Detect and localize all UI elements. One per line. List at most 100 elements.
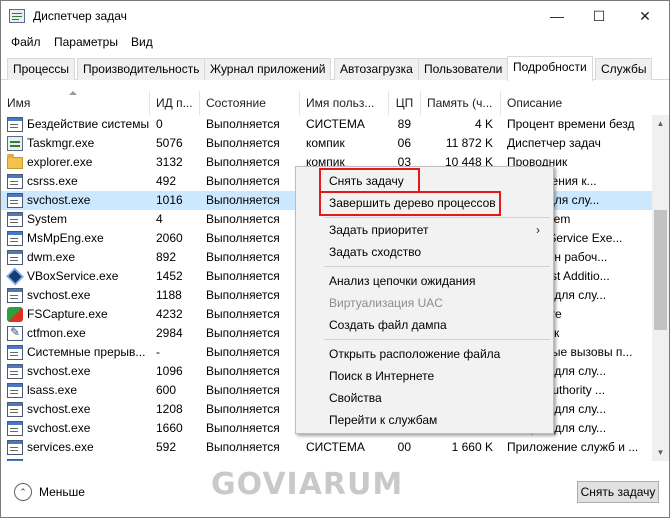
cell-pid: 1096 xyxy=(156,364,183,378)
cell-status: Выполняется xyxy=(206,457,298,461)
submenu-arrow-icon: › xyxy=(536,223,540,237)
menu-uac-virtualization: Виртуализация UAC xyxy=(329,296,443,310)
cell-status: Выполняется xyxy=(206,307,280,321)
annotation-highlight-end-task xyxy=(319,168,420,193)
menu-view[interactable]: Вид xyxy=(131,35,153,49)
menu-separator xyxy=(324,266,550,267)
end-task-button[interactable]: Снять задачу xyxy=(577,481,659,503)
scroll-up-icon[interactable]: ▲ xyxy=(652,115,669,132)
cell-memory: 3 432 K xyxy=(421,457,493,461)
title-bar: Диспетчер задач — ☐ ✕ xyxy=(1,1,669,31)
cell-status: Выполняется xyxy=(206,193,280,207)
menu-separator xyxy=(324,217,550,218)
menu-open-file-location[interactable]: Открыть расположение файла xyxy=(329,347,500,361)
collapse-chevron-icon[interactable]: ⌃ xyxy=(14,483,32,501)
cell-pid: 0 xyxy=(156,117,163,131)
tab-app-history[interactable]: Журнал приложений xyxy=(204,58,332,80)
menu-go-to-services[interactable]: Перейти к службам xyxy=(329,413,437,427)
task-manager-icon xyxy=(7,136,23,151)
tab-startup[interactable]: Автозагрузка xyxy=(334,58,419,80)
fewer-details-link[interactable]: Меньше xyxy=(39,485,85,499)
cell-name: lsass.exe xyxy=(27,383,78,397)
tab-strip: Процессы Производительность Журнал прило… xyxy=(1,56,669,81)
cell-name: svchost.exe xyxy=(27,457,149,461)
menu-set-affinity[interactable]: Задать сходство xyxy=(329,245,421,259)
scroll-down-icon[interactable]: ▼ xyxy=(652,444,669,461)
table-row[interactable]: svchost.exe 606 Выполняется СИСТЕМА00 3 432 … xyxy=(1,457,653,461)
cell-pid: 3132 xyxy=(156,155,183,169)
generic-app-icon xyxy=(7,459,23,461)
folder-icon xyxy=(7,154,23,169)
cell-status: Выполняется xyxy=(206,288,280,302)
cell-status: Выполняется xyxy=(206,155,280,169)
cell-name: ctfmon.exe xyxy=(27,326,86,340)
generic-app-icon xyxy=(7,288,23,303)
column-header-cpu[interactable]: ЦП xyxy=(389,91,421,115)
cell-status: Выполняется xyxy=(206,269,280,283)
cell-status: Выполняется xyxy=(206,174,280,188)
generic-app-icon xyxy=(7,440,23,455)
minimize-button[interactable]: — xyxy=(537,1,577,31)
column-header-memory[interactable]: Память (ч... xyxy=(421,91,501,115)
vertical-scrollbar[interactable]: ▲ ▼ xyxy=(652,115,669,461)
menu-set-priority[interactable]: Задать приоритет xyxy=(329,223,428,237)
cell-name: MsMpEng.exe xyxy=(27,231,104,245)
menu-create-dump-file[interactable]: Создать файл дампа xyxy=(329,318,447,332)
column-header-status[interactable]: Состояние xyxy=(200,91,300,115)
column-header-name[interactable]: Имя xyxy=(1,91,150,115)
generic-app-icon xyxy=(7,231,23,246)
cell-user: СИСТЕМА xyxy=(306,117,365,131)
menu-analyze-wait-chain[interactable]: Анализ цепочки ожидания xyxy=(329,274,475,288)
cell-pid: - xyxy=(156,345,160,359)
tab-users[interactable]: Пользователи xyxy=(418,58,509,80)
table-row[interactable]: Бездействие системы 0 Выполняется СИСТЕМА 89… xyxy=(1,115,653,134)
generic-app-icon xyxy=(7,117,23,132)
cell-pid: 1188 xyxy=(156,288,182,302)
cell-name: System xyxy=(27,212,68,226)
tab-details[interactable]: Подробности xyxy=(507,56,593,81)
cell-status: Выполняется xyxy=(206,440,280,454)
tab-performance[interactable]: Производительность xyxy=(77,58,206,80)
cell-name: Системные прерыв... xyxy=(27,345,146,359)
close-button[interactable]: ✕ xyxy=(625,1,665,31)
cell-description: Диспетчер задач xyxy=(507,136,601,150)
cell-description: Приложение служб и ... xyxy=(507,440,639,454)
cell-status: Выполняется xyxy=(206,421,280,435)
column-header-description[interactable]: Описание xyxy=(501,91,652,115)
tab-processes[interactable]: Процессы xyxy=(7,58,76,80)
maximize-button[interactable]: ☐ xyxy=(579,1,619,31)
cell-status: Выполняется xyxy=(206,402,280,416)
cell-status: Выполняется xyxy=(206,212,280,226)
cell-description: Процент времени безд xyxy=(507,117,635,131)
cell-name: svchost.exe xyxy=(27,288,91,302)
task-manager-app-icon xyxy=(9,9,25,23)
menu-bar: Файл Параметры Вид xyxy=(1,33,669,53)
column-header-pid[interactable]: ИД п... xyxy=(150,91,200,115)
cell-user: СИСТЕМА xyxy=(306,457,388,461)
cell-status: Выполняется xyxy=(206,250,280,264)
table-row[interactable]: services.exe 592 Выполняется СИСТЕМА 00 1 660… xyxy=(1,438,653,457)
cell-pid: 1016 xyxy=(156,193,183,207)
scroll-thumb[interactable] xyxy=(654,210,667,330)
generic-app-icon xyxy=(7,364,23,379)
menu-file[interactable]: Файл xyxy=(11,35,41,49)
task-manager-window: Диспетчер задач — ☐ ✕ Файл Параметры Вид… xyxy=(0,0,670,518)
cell-pid: 492 xyxy=(156,174,177,188)
table-row[interactable]: Taskmgr.exe 5076 Выполняется компик 06 11 872… xyxy=(1,134,653,153)
generic-app-icon xyxy=(7,174,23,189)
cell-pid: 4 xyxy=(156,212,163,226)
cell-pid: 2984 xyxy=(156,326,183,340)
watermark-logo: GOVIARUM xyxy=(211,467,404,502)
cell-name: svchost.exe xyxy=(27,402,91,416)
cell-cpu: 06 xyxy=(397,136,411,150)
menu-properties[interactable]: Свойства xyxy=(329,391,382,405)
tab-services[interactable]: Службы xyxy=(595,58,653,80)
menu-options[interactable]: Параметры xyxy=(54,35,118,49)
cell-pid: 1660 xyxy=(156,421,183,435)
cell-name: csrss.exe xyxy=(27,174,78,188)
cell-pid: 2060 xyxy=(156,231,183,245)
cell-name: Бездействие системы xyxy=(27,117,149,131)
column-header-user[interactable]: Имя польз... xyxy=(300,91,389,115)
menu-search-online[interactable]: Поиск в Интернете xyxy=(329,369,434,383)
cell-name: svchost.exe xyxy=(27,364,91,378)
